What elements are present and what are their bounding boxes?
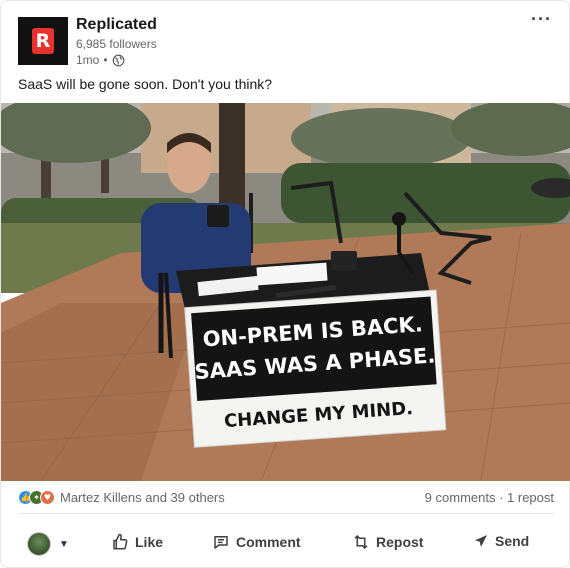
send-button[interactable]: Send [473,533,529,549]
repost-label: Repost [376,534,424,550]
feed-post-card: R Replicated 6,985 followers 1mo • ··· S… [0,0,570,568]
divider [18,513,554,514]
follower-count: 6,985 followers [76,37,157,51]
repost-button[interactable]: Repost [352,533,423,551]
more-options-icon[interactable]: ··· [531,9,552,30]
author-name[interactable]: Replicated [76,15,157,35]
logo-mark: R [32,28,54,54]
comment-label: Comment [236,534,301,550]
comment-icon [214,536,228,549]
company-logo[interactable]: R [18,17,68,65]
meta-separator: • [103,53,108,67]
post-meta: 1mo • [76,52,157,68]
comments-reposts-count[interactable]: 9 comments · 1 repost [425,490,554,505]
post-header: R Replicated 6,985 followers 1mo • ··· [18,9,554,68]
avatar [27,532,51,556]
like-label: Like [135,534,164,550]
send-label: Send [495,533,530,549]
send-icon [475,535,487,547]
like-button[interactable]: Like [111,533,163,551]
globe-icon [112,54,124,66]
repost-icon [354,534,368,550]
love-icon: ♥ [40,490,55,505]
social-counts-bar: 👍 ✦ ♥ Martez Killens and 39 others 9 com… [18,488,554,508]
comment-button[interactable]: Comment [212,533,301,551]
meme-photo: ON-PREM IS BACK. SAAS WAS A PHASE. CHANG… [1,103,570,481]
thumbs-up-icon [113,533,128,550]
reaction-icons[interactable]: 👍 ✦ ♥ [18,490,55,505]
actor-selector[interactable]: ▼ [27,532,69,556]
post-time: 1mo [76,53,100,67]
author-info: Replicated 6,985 followers 1mo • [76,15,157,68]
reactors-text[interactable]: Martez Killens and 39 others [60,490,225,505]
post-text: SaaS will be gone soon. Don't you think? [18,76,273,92]
post-actions: ▼ Like Comment Repost Send [1,521,570,565]
post-image[interactable]: ON-PREM IS BACK. SAAS WAS A PHASE. CHANG… [1,103,570,481]
caret-down-icon: ▼ [59,538,69,550]
